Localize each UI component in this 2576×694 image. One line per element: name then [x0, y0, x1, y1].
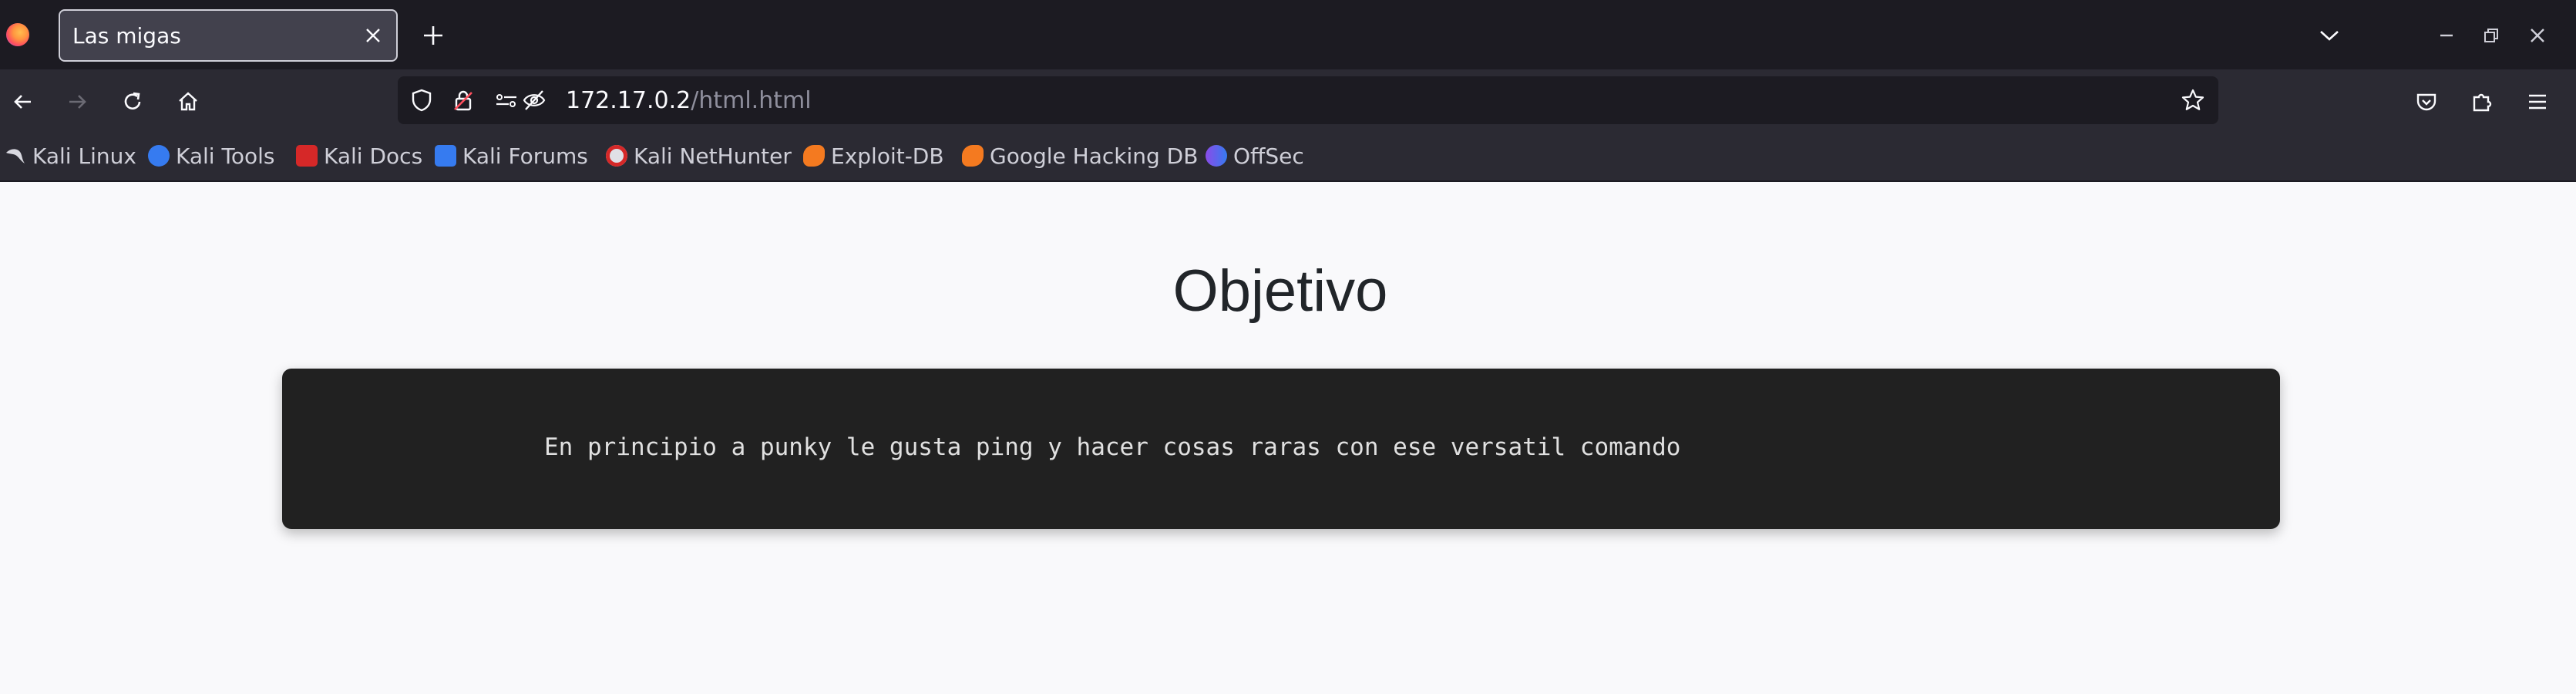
bookmark-kali-forums[interactable]: Kali Forums — [435, 143, 588, 169]
bookmark-label: OffSec — [1233, 143, 1304, 169]
kali-docs-icon — [296, 145, 318, 167]
url-host: 172.17.0.2 — [566, 87, 691, 114]
chevron-down-icon — [2320, 31, 2339, 41]
url-path: /html.html — [691, 87, 812, 114]
restore-icon — [2484, 29, 2498, 42]
reload-button[interactable] — [116, 85, 150, 119]
bookmark-exploit-db[interactable]: Exploit-DB — [803, 143, 944, 169]
bookmark-label: Kali NetHunter — [634, 143, 792, 169]
page-title: Objetivo — [1172, 258, 1388, 324]
navigation-toolbar: 172.17.0.2/html.html — [0, 69, 2576, 133]
close-window-button[interactable] — [2522, 20, 2553, 51]
minimize-button[interactable] — [2431, 20, 2462, 51]
shield-icon[interactable] — [409, 87, 435, 113]
ghdb-icon — [962, 145, 984, 167]
bookmark-label: Kali Forums — [462, 143, 588, 169]
bookmark-label: Kali Docs — [324, 143, 423, 169]
home-icon — [179, 92, 197, 111]
kali-forums-icon — [435, 145, 456, 167]
plus-icon — [424, 26, 442, 45]
new-tab-button[interactable] — [416, 19, 450, 52]
message-text: En principio a punky le gusta ping y hac… — [544, 433, 1681, 461]
page-content: Objetivo En principio a punky le gusta p… — [0, 182, 2576, 694]
message-box: En principio a punky le gusta ping y hac… — [282, 369, 2280, 529]
bookmark-kali-tools[interactable]: Kali Tools — [148, 143, 274, 169]
insecure-lock-icon[interactable] — [450, 87, 476, 113]
arrow-right-icon — [69, 95, 86, 109]
close-window-icon — [2531, 29, 2544, 42]
menu-button[interactable] — [2521, 85, 2554, 119]
url-text[interactable]: 172.17.0.2/html.html — [566, 87, 812, 114]
permissions-icon[interactable] — [493, 87, 520, 113]
tab-title: Las migas — [72, 22, 181, 49]
kali-dragon-icon — [5, 145, 26, 167]
home-button[interactable] — [171, 85, 205, 119]
pocket-button[interactable] — [2410, 85, 2443, 119]
exploit-db-icon — [803, 145, 825, 167]
bookmark-kali-docs[interactable]: Kali Docs — [296, 143, 422, 169]
tracking-protection-off-icon[interactable] — [521, 87, 547, 113]
close-icon[interactable] — [361, 23, 385, 48]
forward-button[interactable] — [60, 85, 94, 119]
reload-icon — [124, 92, 141, 109]
restore-button[interactable] — [2476, 20, 2507, 51]
firefox-icon[interactable] — [6, 23, 29, 46]
kali-nethunter-icon — [606, 145, 627, 167]
bookmark-label: Google Hacking DB — [990, 143, 1199, 169]
arrow-left-icon — [14, 95, 31, 109]
address-bar[interactable]: 172.17.0.2/html.html — [398, 76, 2218, 124]
pocket-icon — [2416, 93, 2436, 111]
bookmark-label: Kali Linux — [32, 143, 136, 169]
offsec-icon — [1206, 145, 1227, 167]
bookmark-offsec[interactable]: OffSec — [1206, 143, 1304, 169]
bookmarks-toolbar: Kali Linux Kali Tools Kali Docs Kali For… — [0, 133, 2576, 182]
tab-strip: Las migas — [0, 0, 2576, 69]
minimize-icon — [2440, 34, 2453, 37]
browser-chrome: Las migas 172.17.0.2/html.html Kali Linu… — [0, 0, 2576, 182]
bookmark-label: Kali Tools — [176, 143, 275, 169]
extensions-button[interactable] — [2465, 85, 2499, 119]
bookmark-star-icon[interactable] — [2180, 87, 2206, 113]
list-all-tabs-button[interactable] — [2314, 20, 2345, 51]
hamburger-menu-icon — [2529, 94, 2546, 109]
back-button[interactable] — [6, 85, 40, 119]
kali-tools-icon — [148, 145, 170, 167]
bookmark-google-hacking-db[interactable]: Google Hacking DB — [962, 143, 1198, 169]
bookmark-kali-linux[interactable]: Kali Linux — [5, 143, 136, 169]
bookmark-label: Exploit-DB — [831, 143, 944, 169]
bookmark-kali-nethunter[interactable]: Kali NetHunter — [606, 143, 792, 169]
puzzle-icon — [2473, 93, 2492, 112]
tab-active[interactable]: Las migas — [59, 9, 398, 62]
